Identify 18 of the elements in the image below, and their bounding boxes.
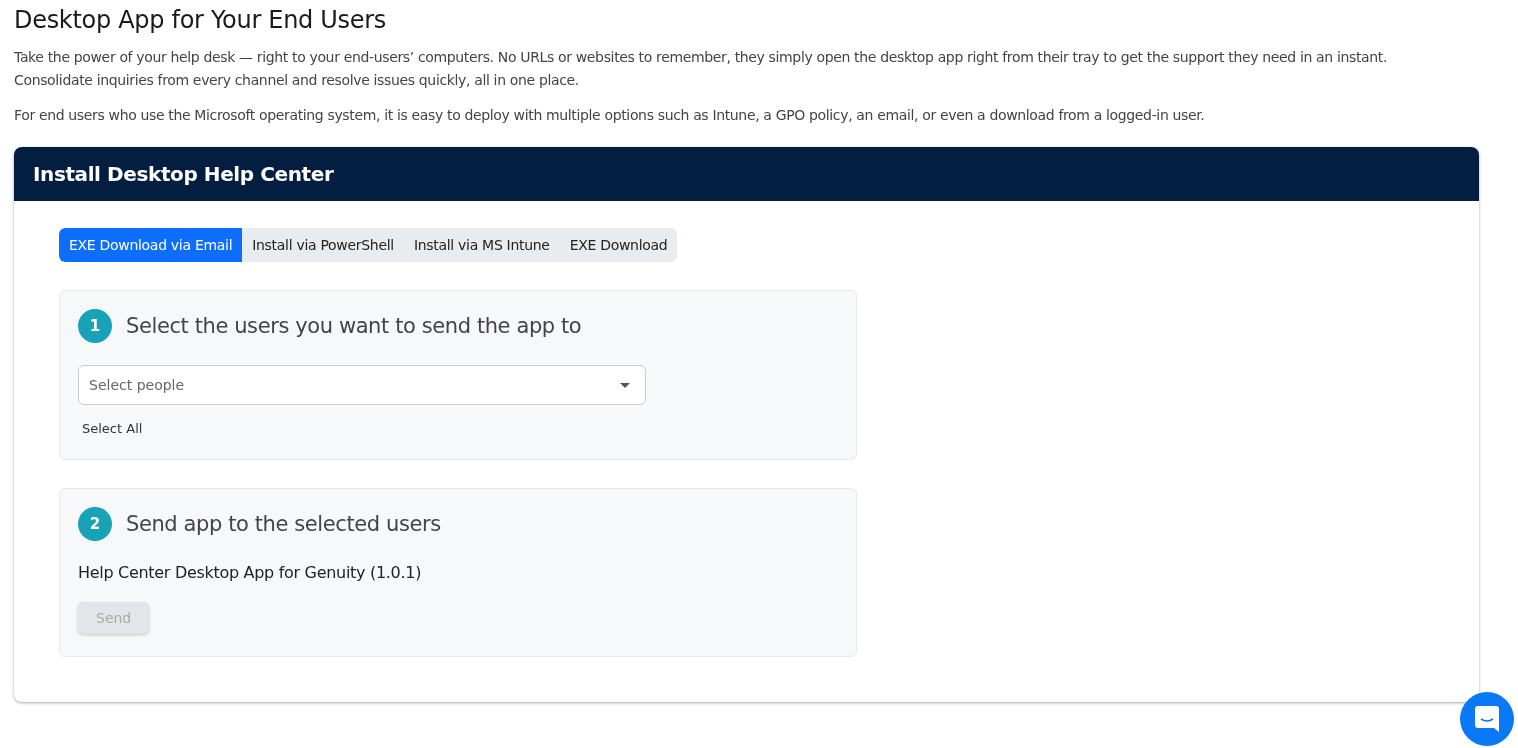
chat-icon [1475,706,1499,732]
page-title: Desktop App for Your End Users [14,5,388,36]
caret-icon [620,383,630,388]
tab[interactable]: Install via MS Intune [403,228,560,262]
step-number: 1 [78,309,112,343]
step-number: 2 [78,507,112,541]
tab[interactable]: EXE Download [559,228,678,262]
tab[interactable]: Install via PowerShell [242,228,404,262]
select-all-link[interactable]: Select All [82,421,143,436]
description-paragraph: For end users who use the Microsoft operating system, it is easy to deploy with multiple options such as Intune, a GPO policy, an email, or even a download from a logged-in user. [14,106,1206,125]
app-name: Help Center Desktop App for Genuity (1.0.1) [78,563,423,582]
step-title: Select the users you want to send the app to [126,314,582,338]
panel-header: Install Desktop Help Center [14,147,1479,201]
tab[interactable]: EXE Download via Email [59,228,243,262]
people-select[interactable]: Select people [78,365,646,405]
step-title: Send app to the selected users [126,512,441,536]
description-paragraph: Take the power of your help desk — right to your end-users’ computers. No URLs or websites to remember, they simply open the desktop app right from their tray to get the support they need in an instant. Consolidate inquiries from every channel and resolve issues quickly, all in one place. [14,48,1389,90]
chat-launcher[interactable] [1460,692,1514,746]
